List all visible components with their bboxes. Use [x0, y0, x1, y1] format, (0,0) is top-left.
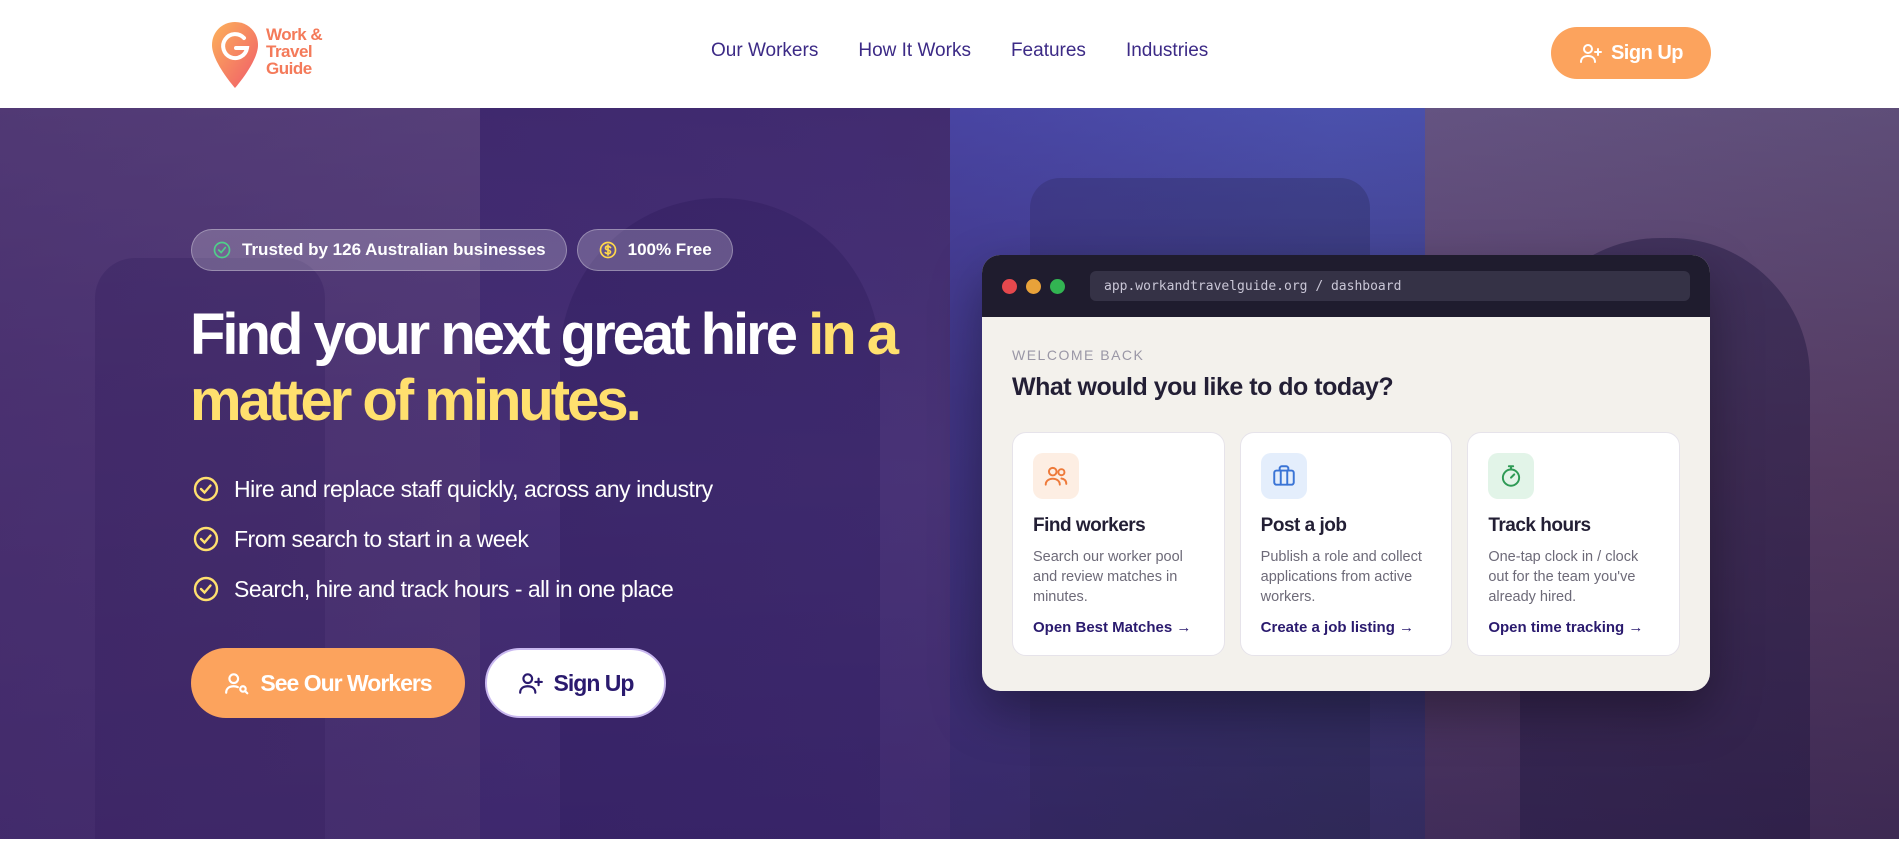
- card-description: Publish a role and collect applications …: [1260, 549, 1422, 605]
- user-search-icon: [225, 673, 249, 695]
- nav-link-our-workers[interactable]: Our Workers: [711, 40, 818, 62]
- hero-headline: Find your next great hire in a matter of…: [190, 302, 950, 434]
- free-badge-label: 100% Free: [627, 240, 712, 259]
- benefit-text: Search, hire and track hours - all in on…: [234, 575, 674, 602]
- trust-badges: Trusted by 126 Australian businesses 100…: [191, 229, 733, 271]
- nav-signup-button[interactable]: Sign Up: [1551, 27, 1711, 79]
- close-dot-icon: [1002, 278, 1017, 294]
- dashboard-preview: app.workandtravelguide.org / dashboard W…: [982, 255, 1710, 691]
- dashboard-title: What would you like to do today?: [1012, 373, 1394, 401]
- card-description: Search our worker pool and review matche…: [1033, 549, 1183, 605]
- dashboard-body: WELCOME BACK What would you like to do t…: [982, 317, 1710, 686]
- dollar-coin-icon: [599, 241, 616, 259]
- card-title: Find workers: [1033, 515, 1146, 536]
- benefit-text: Hire and replace staff quickly, across a…: [234, 475, 713, 502]
- user-plus-icon: [1579, 44, 1602, 63]
- trust-badge-label: Trusted by 126 Australian businesses: [242, 240, 546, 259]
- map-pin-logo-icon: [212, 22, 258, 88]
- free-badge: 100% Free: [576, 229, 733, 271]
- welcome-label: WELCOME BACK: [1012, 347, 1145, 363]
- check-circle-icon: [193, 526, 219, 552]
- card-track-hours[interactable]: Track hours One-tap clock in / clock out…: [1467, 432, 1681, 656]
- browser-bar: app.workandtravelguide.org / dashboard: [982, 255, 1710, 317]
- check-circle-icon: [193, 576, 219, 602]
- nav-link-how-it-works[interactable]: How It Works: [858, 40, 971, 62]
- nav-link-features[interactable]: Features: [1011, 40, 1086, 62]
- nav-signup-label: Sign Up: [1610, 41, 1684, 64]
- users-icon: [1033, 453, 1079, 499]
- open-best-matches-link[interactable]: Open Best Matches →: [1033, 619, 1204, 636]
- check-circle-icon: [193, 476, 219, 502]
- user-plus-icon: [518, 673, 543, 694]
- main-nav: Our Workers How It Works Features Indust…: [711, 40, 1208, 62]
- card-post-job[interactable]: Post a job Publish a role and collect ap…: [1239, 432, 1453, 656]
- nav-link-industries[interactable]: Industries: [1126, 40, 1208, 62]
- maximize-dot-icon: [1050, 278, 1065, 294]
- benefit-item: Hire and replace staff quickly, across a…: [192, 464, 713, 514]
- hero-benefits-list: Hire and replace staff quickly, across a…: [192, 464, 713, 614]
- benefit-item: From search to start in a week: [192, 514, 713, 564]
- hero-signup-label: Sign Up: [553, 669, 635, 696]
- top-nav: Work & Travel Guide Our Workers How It W…: [0, 0, 1899, 108]
- trust-badge: Trusted by 126 Australian businesses: [191, 229, 567, 271]
- benefit-item: Search, hire and track hours - all in on…: [192, 564, 713, 614]
- benefit-text: From search to start in a week: [234, 525, 529, 552]
- card-description: One-tap clock in / clock out for the tea…: [1488, 549, 1639, 605]
- action-cards: Find workers Search our worker pool and …: [1012, 432, 1681, 656]
- create-job-listing-link[interactable]: Create a job listing →: [1261, 619, 1432, 636]
- card-title: Post a job: [1260, 515, 1347, 536]
- check-circle-icon: [213, 241, 231, 259]
- hero-signup-button[interactable]: Sign Up: [485, 648, 666, 718]
- briefcase-icon: [1260, 453, 1307, 499]
- hero-section: Trusted by 126 Australian businesses 100…: [0, 108, 1899, 839]
- see-our-workers-button[interactable]: See Our Workers: [191, 648, 465, 718]
- card-find-workers[interactable]: Find workers Search our worker pool and …: [1012, 432, 1225, 656]
- open-time-tracking-link[interactable]: Open time tracking →: [1488, 619, 1659, 636]
- minimize-dot-icon: [1026, 278, 1041, 294]
- address-bar: app.workandtravelguide.org / dashboard: [1090, 271, 1690, 301]
- headline-main: Find your next great hire: [190, 302, 798, 367]
- logo-wordmark: Work & Travel Guide: [266, 25, 323, 78]
- see-our-workers-label: See Our Workers: [260, 669, 432, 696]
- card-title: Track hours: [1488, 515, 1591, 536]
- stopwatch-icon: [1488, 453, 1535, 499]
- logo[interactable]: Work & Travel Guide: [210, 20, 340, 90]
